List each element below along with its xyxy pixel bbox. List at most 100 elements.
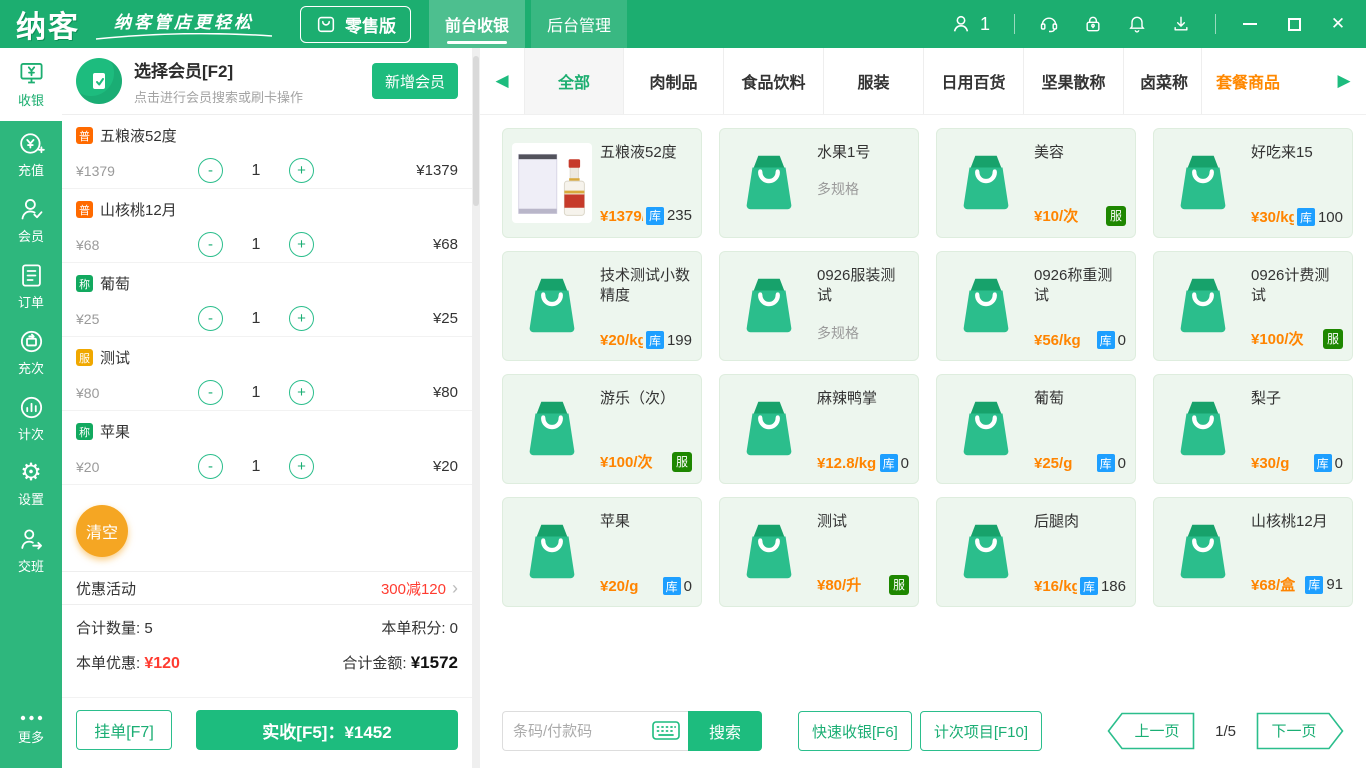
product-card[interactable]: 0926服装测试 多规格 服 库 (719, 251, 919, 361)
quick-cashier-button[interactable]: 快速收银[F6] (798, 711, 912, 751)
product-card[interactable]: 山核桃12月 ¥68/盒 服 库 91 (1153, 497, 1353, 607)
increase-qty-button[interactable]: + (289, 306, 314, 331)
sidebar-item-recharge[interactable]: 充值 (0, 121, 62, 187)
increase-qty-button[interactable]: + (289, 380, 314, 405)
tab-front-cashier[interactable]: 前台收银 (429, 0, 525, 48)
stock-count: 91 (1326, 576, 1343, 593)
product-card[interactable]: 后腿肉 ¥16/kg 服 库 186 (936, 497, 1136, 607)
category-tabs: 全部 肉制品 食品饮料 服装 日用百货 坚果散称 卤菜称 套餐商品 (524, 48, 1322, 114)
cart-scrollbar[interactable] (472, 48, 480, 768)
product-card[interactable]: 葡萄 ¥25/g 服 库 0 (936, 374, 1136, 484)
product-bag-icon (746, 401, 792, 456)
gear-icon: ⚙ (20, 459, 42, 486)
product-name: 山核桃12月 (1251, 513, 1328, 530)
decrease-qty-button[interactable]: - (198, 158, 223, 183)
decrease-qty-button[interactable]: - (198, 232, 223, 257)
decrease-qty-button[interactable]: - (198, 454, 223, 479)
category-tab-meat[interactable]: 肉制品 (624, 48, 724, 114)
sidebar-item-count-times[interactable]: 计次 (0, 385, 62, 451)
stock-count: 0 (1117, 331, 1126, 349)
decrease-qty-button[interactable]: - (198, 380, 223, 405)
sidebar-item-shift[interactable]: 交班 (0, 517, 62, 583)
service-badge: 服 (671, 451, 692, 472)
category-scroll-right-button[interactable]: ▶ (1322, 48, 1366, 114)
product-card[interactable]: 美容 ¥10/次 服 库 (936, 128, 1136, 238)
select-member-area[interactable]: 选择会员[F2] 点击进行会员搜索或刷卡操作 新增会员 (62, 48, 472, 115)
product-card[interactable]: 梨子 ¥30/g 服 库 0 (1153, 374, 1353, 484)
product-name: 测试 (817, 513, 848, 530)
category-scroll-left-button[interactable]: ◀ (480, 48, 524, 114)
product-name: 游乐（次） (600, 390, 676, 407)
product-card[interactable]: 0926计费测试 ¥100/次 服 库 (1153, 251, 1353, 361)
hold-order-button[interactable]: 挂单[F7] (76, 710, 172, 750)
stock-count: 100 (1317, 208, 1343, 226)
product-card[interactable]: 苹果 ¥20/g 服 库 0 (502, 497, 702, 607)
notification-bell-icon[interactable] (1127, 14, 1147, 34)
category-tab-combo[interactable]: 套餐商品 (1202, 48, 1294, 114)
bag-outline-icon (317, 16, 335, 33)
sidebar-item-cashier[interactable]: 收银 (0, 48, 62, 121)
cart-item-total: ¥25 (432, 310, 458, 327)
increase-qty-button[interactable]: + (289, 232, 314, 257)
sidebar-item-member[interactable]: 会员 (0, 187, 62, 253)
more-dots-icon (20, 715, 42, 721)
clear-cart-button[interactable]: 清空 (76, 505, 128, 557)
product-price: ¥30/kg (1251, 208, 1294, 226)
decrease-qty-button[interactable]: - (198, 306, 223, 331)
increase-qty-button[interactable]: + (289, 158, 314, 183)
cart-item-qty: 1 (251, 235, 261, 253)
close-button[interactable]: ✕ (1328, 14, 1348, 34)
maximize-button[interactable] (1284, 14, 1304, 34)
stock-count: 235 (666, 207, 692, 224)
tab-back-manage[interactable]: 后台管理 (531, 0, 627, 48)
product-card[interactable]: 测试 ¥80/升 服 库 (719, 497, 919, 607)
scrollbar-thumb[interactable] (473, 56, 479, 206)
search-button[interactable]: 搜索 (688, 711, 762, 751)
product-card[interactable]: 游乐（次） ¥100/次 服 库 (502, 374, 702, 484)
minimize-button[interactable] (1240, 14, 1260, 34)
product-bag-icon (1180, 278, 1226, 333)
total-qty-label: 合计数量: (76, 620, 141, 637)
product-card[interactable]: 技术测试小数精度 ¥20/kg 服 库 199 (502, 251, 702, 361)
points-value: 0 (449, 620, 458, 637)
svg-text:下一页: 下一页 (1271, 723, 1316, 740)
product-name: 0926称重测试 (1034, 267, 1113, 305)
product-card[interactable]: 五粮液52度 ¥1379/升 服 库 235 (502, 128, 702, 238)
product-card[interactable]: 0926称重测试 ¥56/kg 服 库 0 (936, 251, 1136, 361)
increase-qty-button[interactable]: + (289, 454, 314, 479)
category-tab-daily[interactable]: 日用百货 (924, 48, 1024, 114)
count-project-button[interactable]: 计次项目[F10] (919, 711, 1043, 751)
promotion-label: 优惠活动 (76, 580, 137, 598)
product-card[interactable]: 水果1号 多规格 服 库 (719, 128, 919, 238)
category-tab-braised[interactable]: 卤菜称 (1124, 48, 1202, 114)
category-tab-clothing[interactable]: 服装 (824, 48, 924, 114)
next-page-button[interactable]: 下一页 (1256, 712, 1344, 750)
add-member-button[interactable]: 新增会员 (372, 63, 458, 99)
product-price: ¥20/kg (600, 331, 643, 349)
cart-item-total: ¥20 (432, 458, 458, 475)
keyboard-icon[interactable] (652, 721, 680, 740)
edition-badge: 零售版 (300, 5, 411, 43)
support-headset-icon[interactable] (1039, 14, 1059, 34)
download-icon[interactable] (1171, 14, 1191, 34)
sidebar-item-settings[interactable]: ⚙ 设置 (0, 451, 62, 517)
lock-icon[interactable] (1083, 14, 1103, 34)
product-grid: 五粮液52度 ¥1379/升 服 库 235 (502, 128, 1366, 607)
product-card[interactable]: 麻辣鸭掌 ¥12.8/kg 服 库 0 (719, 374, 919, 484)
product-card[interactable]: 好吃来15 ¥30/kg 服 库 100 (1153, 128, 1353, 238)
user-count[interactable]: 1 (950, 13, 990, 35)
sidebar-item-orders[interactable]: 订单 (0, 253, 62, 319)
prev-page-button[interactable]: 上一页 (1107, 712, 1195, 750)
category-tab-food-drink[interactable]: 食品饮料 (724, 48, 824, 114)
select-member-title: 选择会员[F2] (134, 61, 234, 81)
promotion-row[interactable]: 优惠活动 300减120 › (62, 571, 472, 605)
product-bag-icon (1180, 401, 1226, 456)
total-amount-value: ¥1572 (410, 653, 458, 672)
pay-button[interactable]: 实收[F5]：¥1452 (196, 710, 458, 750)
sidebar-item-more[interactable]: 更多 (0, 696, 62, 762)
cart-item-row: 普 山核桃12月 ¥68 - 1 + ¥68 (62, 189, 472, 263)
category-tab-nuts[interactable]: 坚果散称 (1024, 48, 1124, 114)
sidebar-item-recharge-times[interactable]: 充次 (0, 319, 62, 385)
product-spec: 多规格 (817, 324, 859, 341)
category-tab-all[interactable]: 全部 (524, 48, 624, 114)
